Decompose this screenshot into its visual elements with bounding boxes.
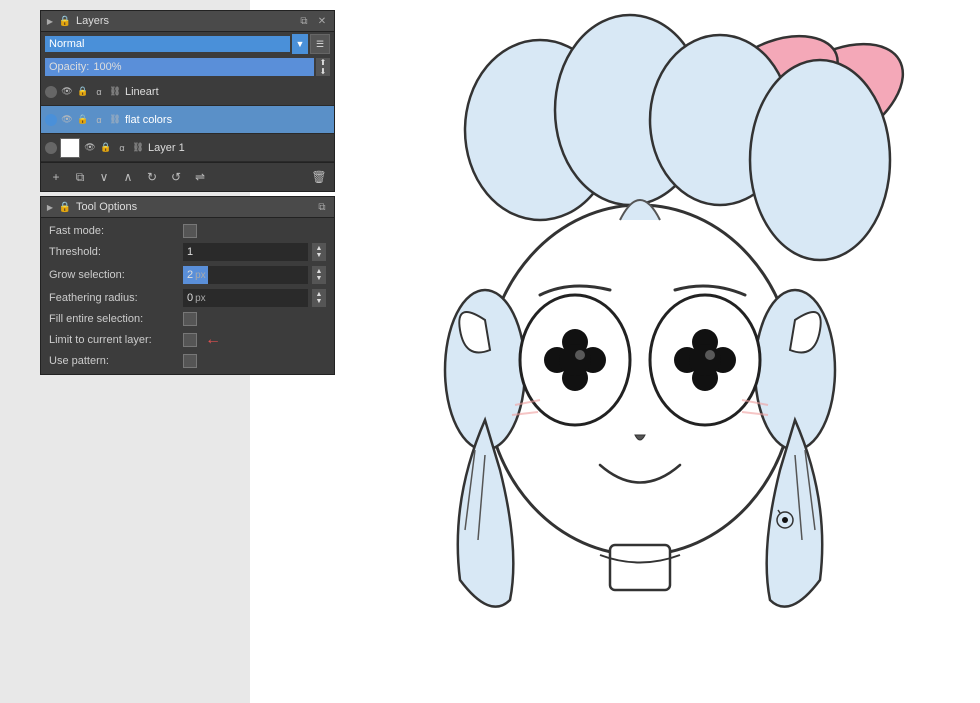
layer-eye-icon-flatcolors[interactable]: 👁 — [60, 113, 74, 127]
layer-alpha-icon-flatcolors[interactable]: α — [92, 113, 106, 127]
layer-name-layer1: Layer 1 — [148, 142, 330, 154]
layers-panel-title: Layers — [76, 15, 293, 27]
canvas-drawing — [250, 0, 980, 703]
layer-chain-icon-flatcolors[interactable]: ⛓ — [108, 113, 122, 127]
fill-entire-selection-checkbox[interactable] — [183, 312, 197, 326]
layer-item-flat-colors[interactable]: 👁 🔒 α ⛓ flat colors — [41, 106, 334, 134]
opacity-bar[interactable]: Opacity: 100% — [45, 58, 314, 76]
threshold-scroll[interactable]: ▲▼ — [312, 243, 326, 261]
layers-panel: ▶ 🔒 Layers ⧉ ✕ Normal ▼ ☰ Opacity: 100% … — [40, 10, 335, 192]
layer-visibility-lineart[interactable] — [45, 86, 57, 98]
grow-selection-label: Grow selection: — [49, 269, 179, 281]
layer-visibility-flatcolors[interactable] — [45, 114, 57, 126]
layer-lock-icon-lineart[interactable]: 🔒 — [76, 85, 90, 99]
layer-item-lineart[interactable]: 👁 🔒 α ⛓ Lineart — [41, 78, 334, 106]
feathering-radius-value: 0px — [183, 292, 210, 304]
character-illustration — [290, 0, 940, 703]
layer-icons-lineart: 👁 🔒 α ⛓ — [60, 85, 122, 99]
tool-options-panel: ▶ 🔒 Tool Options ⧉ Fast mode: Threshold:… — [40, 196, 335, 375]
layer-flatten-btn[interactable]: ↺ — [165, 166, 187, 188]
layers-lock-icon: 🔒 — [58, 14, 72, 28]
layer-eye-icon-lineart[interactable]: 👁 — [60, 85, 74, 99]
fast-mode-checkbox[interactable] — [183, 224, 197, 238]
opacity-scroll-btn[interactable]: ⬆⬇ — [316, 58, 330, 76]
delete-layer-btn[interactable]: 🗑 — [308, 166, 330, 188]
layer-alpha-icon-layer1[interactable]: α — [115, 141, 129, 155]
layers-panel-expand-btn[interactable]: ⧉ — [297, 14, 311, 28]
use-pattern-checkbox[interactable] — [183, 354, 197, 368]
layer-chain-icon-lineart[interactable]: ⛓ — [108, 85, 122, 99]
opacity-label: Opacity: — [49, 61, 89, 73]
layers-collapse-arrow[interactable]: ▶ — [46, 17, 54, 25]
layers-toolbar: + ⧉ ∨ ∧ ↻ ↺ ⇌ 🗑 — [41, 162, 334, 191]
layer-lock-icon-flatcolors[interactable]: 🔒 — [76, 113, 90, 127]
threshold-value: 1 — [183, 246, 197, 258]
red-arrow-indicator: ← — [205, 331, 221, 349]
use-pattern-row: Use pattern: — [49, 354, 326, 368]
layer-alpha-icon-lineart[interactable]: α — [92, 85, 106, 99]
fast-mode-row: Fast mode: — [49, 224, 326, 238]
layer-eye-icon-layer1[interactable]: 👁 — [83, 141, 97, 155]
layer-thumb-layer1 — [60, 138, 80, 158]
layers-mode-row: Normal ▼ ☰ — [41, 32, 334, 56]
feathering-radius-scroll[interactable]: ▲▼ — [312, 289, 326, 307]
threshold-label: Threshold: — [49, 246, 179, 258]
layer-merge-down-btn[interactable]: ↻ — [141, 166, 163, 188]
fill-entire-selection-label: Fill entire selection: — [49, 313, 179, 325]
layer-options-btn[interactable]: ⇌ — [189, 166, 211, 188]
layers-panel-header[interactable]: ▶ 🔒 Layers ⧉ ✕ — [41, 11, 334, 32]
opacity-value: 100% — [93, 61, 121, 73]
limit-current-layer-checkbox[interactable] — [183, 333, 197, 347]
threshold-row: Threshold: 1 ▲▼ — [49, 243, 326, 261]
grow-selection-scroll[interactable]: ▲▼ — [312, 266, 326, 284]
feathering-radius-label: Feathering radius: — [49, 292, 179, 304]
duplicate-layer-btn[interactable]: ⧉ — [69, 166, 91, 188]
tool-options-collapse-arrow[interactable]: ▶ — [46, 203, 54, 211]
layer-icons-layer1: 👁 🔒 α ⛓ — [83, 141, 145, 155]
feathering-radius-row: Feathering radius: 0px ▲▼ — [49, 289, 326, 307]
opacity-row: Opacity: 100% ⬆⬇ — [41, 56, 334, 78]
layer-down-btn[interactable]: ∨ — [93, 166, 115, 188]
limit-current-layer-label: Limit to current layer: — [49, 334, 179, 346]
layer-name-lineart: Lineart — [125, 86, 330, 98]
mode-dropdown-btn[interactable]: ▼ — [292, 34, 308, 54]
limit-current-layer-row: Limit to current layer: ← — [49, 331, 326, 349]
add-layer-btn[interactable]: + — [45, 166, 67, 188]
tool-options-icon: 🔒 — [58, 200, 72, 214]
layer-mode-select[interactable]: Normal — [45, 36, 290, 52]
threshold-bar[interactable]: 1 — [183, 243, 308, 261]
layer-icons-flatcolors: 👁 🔒 α ⛓ — [60, 113, 122, 127]
grow-selection-bar[interactable]: 2px — [183, 266, 308, 284]
panels-container: ▶ 🔒 Layers ⧉ ✕ Normal ▼ ☰ Opacity: 100% … — [40, 10, 335, 375]
layer-up-btn[interactable]: ∧ — [117, 166, 139, 188]
grow-selection-row: Grow selection: 2px ▲▼ — [49, 266, 326, 284]
layers-menu-btn[interactable]: ☰ — [310, 34, 330, 54]
use-pattern-label: Use pattern: — [49, 355, 179, 367]
tool-options-title: Tool Options — [76, 201, 311, 213]
layer-name-flat-colors: flat colors — [125, 114, 330, 126]
layers-list: 👁 🔒 α ⛓ Lineart 👁 🔒 α ⛓ flat colors — [41, 78, 334, 162]
layer-visibility-layer1[interactable] — [45, 142, 57, 154]
tool-options-body: Fast mode: Threshold: 1 ▲▼ Grow selectio… — [41, 218, 334, 374]
tool-options-panel-header[interactable]: ▶ 🔒 Tool Options ⧉ — [41, 197, 334, 218]
fast-mode-label: Fast mode: — [49, 225, 179, 237]
layer-chain-icon-layer1[interactable]: ⛓ — [131, 141, 145, 155]
layer-lock-icon-layer1[interactable]: 🔒 — [99, 141, 113, 155]
feathering-radius-bar[interactable]: 0px — [183, 289, 308, 307]
tool-options-expand-btn[interactable]: ⧉ — [315, 200, 329, 214]
fill-entire-selection-row: Fill entire selection: — [49, 312, 326, 326]
layers-panel-close-btn[interactable]: ✕ — [315, 14, 329, 28]
grow-selection-value: 2px — [183, 269, 210, 281]
layer-item-layer1[interactable]: 👁 🔒 α ⛓ Layer 1 — [41, 134, 334, 162]
